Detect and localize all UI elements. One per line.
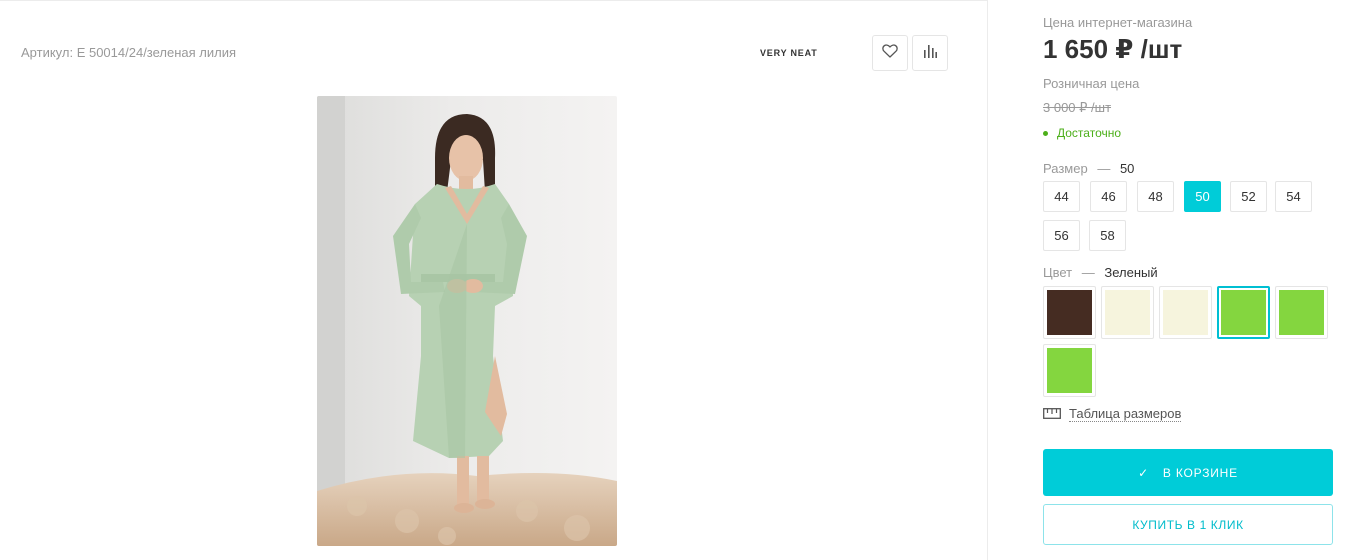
buy-one-click-button[interactable]: КУПИТЬ В 1 КЛИК — [1043, 504, 1333, 545]
size-dash: — — [1097, 161, 1111, 176]
color-label-text: Цвет — [1043, 265, 1073, 280]
heart-icon — [882, 43, 898, 63]
check-icon: ✓ — [1138, 465, 1149, 480]
size-label: Размер — 50 — [1043, 161, 1134, 176]
color-swatch[interactable] — [1159, 286, 1212, 339]
product-gallery-panel: Артикул: Е 50014/24/зеленая лилия VERY N… — [0, 0, 988, 560]
online-price: 1 650 ₽ /шт — [1043, 34, 1183, 64]
product-info-panel: Цена интернет-магазина 1 650 ₽ /шт Розни… — [1043, 0, 1343, 560]
size-label-text: Размер — [1043, 161, 1088, 176]
favorite-button[interactable] — [872, 35, 908, 71]
stock-status-text: Достаточно — [1057, 126, 1122, 140]
color-swatch[interactable] — [1043, 344, 1096, 397]
size-table-link[interactable]: Таблица размеров — [1043, 406, 1182, 422]
size-option[interactable]: 54 — [1275, 181, 1312, 212]
size-option[interactable]: 52 — [1230, 181, 1267, 212]
color-swatch[interactable] — [1043, 286, 1096, 339]
article-number: Артикул: Е 50014/24/зеленая лилия — [21, 45, 237, 60]
size-option[interactable]: 46 — [1090, 181, 1127, 212]
online-price-label: Цена интернет-магазина — [1043, 15, 1193, 30]
retail-price-label: Розничная цена — [1043, 76, 1140, 91]
in-cart-label: В КОРЗИНЕ — [1162, 465, 1238, 480]
color-swatch-selected[interactable] — [1217, 286, 1270, 339]
ruler-icon — [1043, 407, 1061, 422]
in-cart-button[interactable]: ✓ В КОРЗИНЕ — [1043, 449, 1333, 496]
bar-chart-icon — [923, 44, 937, 63]
size-selected-value: 50 — [1119, 161, 1135, 176]
compare-button[interactable] — [912, 35, 948, 71]
size-option[interactable]: 44 — [1043, 181, 1080, 212]
size-option[interactable]: 48 — [1137, 181, 1174, 212]
stock-dot-icon — [1043, 130, 1048, 136]
product-image[interactable] — [317, 96, 617, 546]
retail-price: 3 000 ₽ /шт — [1043, 100, 1112, 115]
color-selected-value: Зеленый — [1104, 265, 1158, 280]
color-swatch[interactable] — [1275, 286, 1328, 339]
brand-logo[interactable]: VERY NEAT — [760, 48, 818, 58]
stock-status: Достаточно — [1043, 126, 1121, 140]
size-option[interactable]: 56 — [1043, 220, 1080, 251]
color-swatch[interactable] — [1101, 286, 1154, 339]
color-dash: — — [1081, 265, 1095, 280]
color-label: Цвет — Зеленый — [1043, 265, 1158, 280]
size-option-selected[interactable]: 50 — [1184, 181, 1221, 212]
size-table-label: Таблица размеров — [1069, 406, 1182, 422]
size-option[interactable]: 58 — [1089, 220, 1126, 251]
